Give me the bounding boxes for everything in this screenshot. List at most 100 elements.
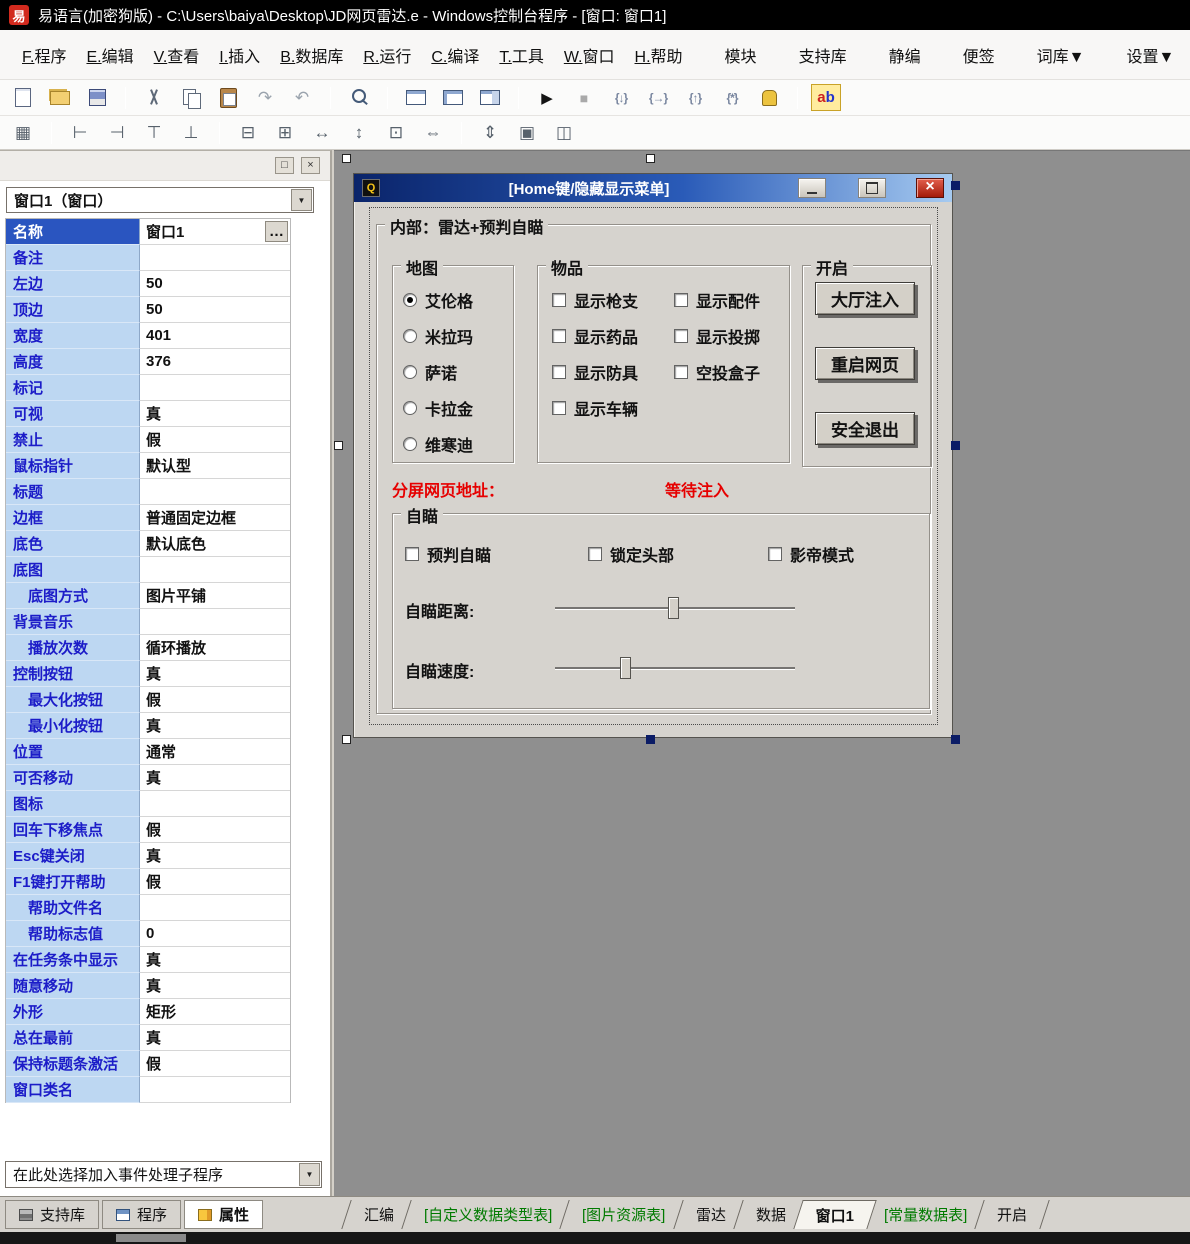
property-value[interactable]: 普通固定边框 — [140, 505, 290, 531]
form-grid-icon[interactable] — [8, 120, 38, 145]
align-right-icon[interactable] — [102, 120, 132, 145]
property-row[interactable]: 窗口类名 — [6, 1077, 290, 1103]
copy-icon[interactable] — [176, 84, 206, 111]
menu-item[interactable]: 静编 — [879, 36, 931, 74]
item-checkbox-option[interactable]: 显示配件 — [674, 288, 760, 312]
center-vertical-icon[interactable] — [270, 120, 300, 145]
checkbox-icon[interactable] — [552, 365, 566, 379]
property-ellipsis-button[interactable] — [265, 221, 288, 242]
property-value[interactable]: 假 — [140, 687, 290, 713]
document-tab[interactable]: [图片资源表] — [560, 1200, 689, 1229]
chevron-down-icon[interactable] — [299, 1163, 320, 1186]
panel-float-button[interactable]: □ — [275, 157, 294, 174]
window-layout-1-icon[interactable] — [401, 84, 431, 111]
property-row[interactable]: 保持标题条激活 假 — [6, 1051, 290, 1077]
property-value[interactable]: 假 — [140, 427, 290, 453]
property-row[interactable]: 名称 窗口1 — [6, 219, 290, 245]
designed-form[interactable]: [Home键/隐藏显示菜单] 内部：雷达+预判自瞄 地图 艾伦格 — [353, 173, 953, 738]
menu-item[interactable]: H.帮助 — [625, 36, 693, 74]
checkbox-icon[interactable] — [552, 329, 566, 343]
checkbox-icon[interactable] — [674, 365, 688, 379]
property-row[interactable]: 可否移动 真 — [6, 765, 290, 791]
menu-item[interactable]: E.编辑 — [76, 36, 143, 74]
property-value[interactable]: 循环播放 — [140, 635, 290, 661]
property-row[interactable]: 备注 — [6, 245, 290, 271]
property-value[interactable] — [140, 479, 290, 505]
checkbox-icon[interactable] — [674, 293, 688, 307]
form-button[interactable]: 重启网页 — [815, 347, 915, 380]
space-horizontal-icon[interactable] — [418, 120, 448, 145]
property-row[interactable]: 标题 — [6, 479, 290, 505]
checkbox-icon[interactable] — [674, 329, 688, 343]
menu-item[interactable]: 模块 — [715, 36, 767, 74]
property-row[interactable]: 标记 — [6, 375, 290, 401]
property-value[interactable]: 图片平铺 — [140, 583, 290, 609]
property-row[interactable]: F1键打开帮助 假 — [6, 869, 290, 895]
property-value[interactable]: 真 — [140, 661, 290, 687]
property-row[interactable]: 图标 — [6, 791, 290, 817]
property-row[interactable]: 在任务条中显示 真 — [6, 947, 290, 973]
property-row[interactable]: 随意移动 真 — [6, 973, 290, 999]
document-tab[interactable]: 开启 — [975, 1200, 1050, 1229]
property-value[interactable]: 376 — [140, 349, 290, 375]
property-value[interactable] — [140, 557, 290, 583]
map-radio-option[interactable]: 米拉玛 — [403, 324, 513, 348]
center-horizontal-icon[interactable] — [233, 120, 263, 145]
align-top-icon[interactable] — [139, 120, 169, 145]
selection-handle[interactable] — [951, 441, 960, 450]
checkbox-icon[interactable] — [405, 547, 419, 561]
menu-item[interactable]: 设置▼ — [1117, 36, 1185, 74]
property-row[interactable]: 播放次数 循环播放 — [6, 635, 290, 661]
new-file-icon[interactable] — [8, 84, 38, 111]
chevron-down-icon[interactable] — [291, 189, 312, 211]
event-selector[interactable]: 在此处选择加入事件处理子程序 — [5, 1161, 322, 1188]
menu-item[interactable]: F.程序 — [12, 36, 76, 74]
property-row[interactable]: 帮助标志值 0 — [6, 921, 290, 947]
property-row[interactable]: 底图 — [6, 557, 290, 583]
property-value[interactable]: 50 — [140, 271, 290, 297]
step-into-icon[interactable] — [606, 84, 636, 111]
tab-support-libraries[interactable]: 支持库 — [5, 1200, 99, 1229]
property-value[interactable]: 默认型 — [140, 453, 290, 479]
selection-handle[interactable] — [334, 441, 343, 450]
property-value[interactable]: 真 — [140, 947, 290, 973]
property-row[interactable]: 最小化按钮 真 — [6, 713, 290, 739]
item-checkbox-option[interactable]: 显示枪支 — [552, 288, 638, 312]
slider-thumb[interactable] — [620, 657, 631, 679]
property-value[interactable]: 0 — [140, 921, 290, 947]
form-button[interactable]: 安全退出 — [815, 412, 915, 445]
selection-handle[interactable] — [342, 154, 351, 163]
menu-item[interactable]: T.工具 — [489, 36, 553, 74]
property-row[interactable]: 最大化按钮 假 — [6, 687, 290, 713]
property-value[interactable]: 真 — [140, 973, 290, 999]
property-row[interactable]: 禁止 假 — [6, 427, 290, 453]
property-row[interactable]: 帮助文件名 — [6, 895, 290, 921]
selection-handle[interactable] — [951, 735, 960, 744]
tab-program[interactable]: 程序 — [102, 1200, 181, 1229]
property-value[interactable]: 真 — [140, 401, 290, 427]
property-row[interactable]: 位置 通常 — [6, 739, 290, 765]
property-row[interactable]: 顶边 50 — [6, 297, 290, 323]
open-file-icon[interactable] — [45, 84, 75, 111]
property-value[interactable]: 401 — [140, 323, 290, 349]
property-row[interactable]: 可视 真 — [6, 401, 290, 427]
property-value[interactable] — [140, 609, 290, 635]
selection-handle[interactable] — [951, 181, 960, 190]
form-button[interactable]: 大厅注入 — [815, 282, 915, 315]
map-radio-option[interactable]: 卡拉金 — [403, 396, 513, 420]
selection-handle[interactable] — [342, 735, 351, 744]
property-value[interactable]: 真 — [140, 843, 290, 869]
aim-checkbox-option[interactable]: 锁定头部 — [588, 542, 768, 566]
checkbox-icon[interactable] — [768, 547, 782, 561]
selection-handle[interactable] — [646, 154, 655, 163]
document-tab[interactable]: [自定义数据类型表] — [401, 1200, 575, 1229]
menu-item[interactable]: 便签 — [953, 36, 1005, 74]
same-height-icon[interactable] — [344, 120, 374, 145]
map-radio-option[interactable]: 萨诺 — [403, 360, 513, 384]
menu-item[interactable]: C.编译 — [421, 36, 489, 74]
property-row[interactable]: 底图方式 图片平铺 — [6, 583, 290, 609]
checkbox-icon[interactable] — [588, 547, 602, 561]
find-icon[interactable] — [344, 84, 374, 111]
menu-item[interactable]: I.插入 — [209, 36, 270, 74]
form-titlebar[interactable]: [Home键/隐藏显示菜单] — [354, 174, 952, 202]
